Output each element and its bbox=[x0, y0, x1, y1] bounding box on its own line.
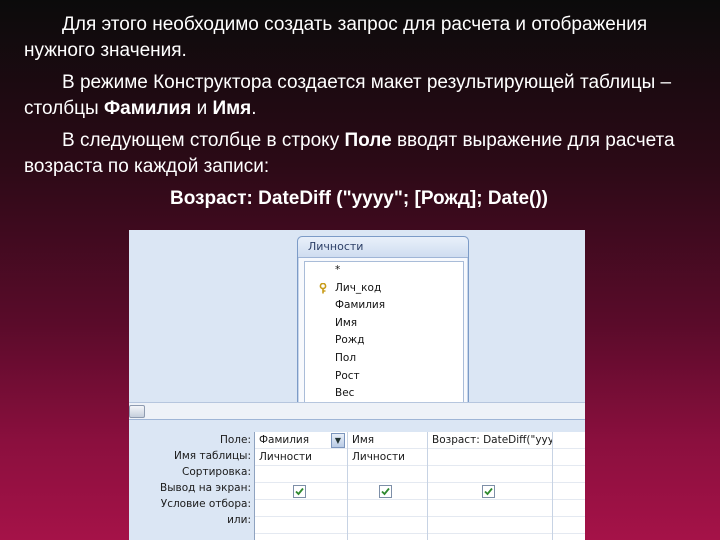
field-label: Лич_код bbox=[335, 281, 382, 294]
scrollbar-thumb[interactable] bbox=[129, 405, 145, 418]
table-title[interactable]: Личности bbox=[298, 237, 468, 258]
show-checkbox[interactable] bbox=[293, 485, 306, 498]
field-item[interactable]: Вес bbox=[305, 385, 463, 403]
grid-cell[interactable] bbox=[553, 500, 585, 517]
slide-text: Для этого необходимо создать запрос для … bbox=[24, 12, 694, 212]
grid-cell[interactable] bbox=[553, 466, 585, 483]
checkmark-icon bbox=[484, 487, 493, 496]
checkmark-icon bbox=[381, 487, 390, 496]
grid-cell[interactable] bbox=[553, 449, 585, 466]
field-item[interactable]: Рожд bbox=[305, 332, 463, 350]
grid-cell[interactable] bbox=[348, 466, 427, 483]
field-label: Имя bbox=[335, 316, 358, 329]
grid-cell-text: Личности bbox=[259, 451, 312, 463]
grid-cell[interactable] bbox=[553, 517, 585, 534]
surname-term: Фамилия bbox=[103, 98, 192, 119]
field-item[interactable]: * bbox=[305, 262, 463, 280]
field-term: Поле bbox=[344, 130, 392, 151]
grid-cell[interactable] bbox=[428, 466, 552, 483]
show-checkbox[interactable] bbox=[482, 485, 495, 498]
field-label: Вес bbox=[335, 387, 355, 400]
grid-cell[interactable] bbox=[255, 517, 347, 534]
grid-cell[interactable]: Имя bbox=[348, 432, 427, 449]
intro-text: Для этого необходимо создать запрос для … bbox=[24, 14, 648, 61]
field-list: * Лич_код Фамилия Имя Рожд Пол Рост Вес bbox=[304, 261, 464, 411]
field-text-start: В следующем столбце в строку bbox=[62, 130, 345, 151]
grid-column: Имя Личности bbox=[348, 432, 428, 540]
grid-cell[interactable] bbox=[255, 483, 347, 500]
paragraph-constructor: В режиме Конструктора создается макет ре… bbox=[24, 70, 694, 122]
grid-cell[interactable] bbox=[553, 483, 585, 500]
grid-cell[interactable] bbox=[428, 483, 552, 500]
name-term: Имя bbox=[212, 98, 252, 119]
field-item[interactable]: Фамилия bbox=[305, 297, 463, 315]
grid-column: Возраст: DateDiff("yyyy bbox=[428, 432, 553, 540]
grid-cell-text: Возраст: DateDiff("yyyy bbox=[432, 434, 552, 446]
field-label: * bbox=[335, 264, 341, 276]
field-label: Пол bbox=[335, 351, 357, 364]
grid-cell[interactable] bbox=[348, 500, 427, 517]
grid-cell[interactable] bbox=[428, 517, 552, 534]
design-grid-pane: Поле: Имя таблицы: Сортировка: Вывод на экр… bbox=[129, 419, 585, 540]
field-item[interactable]: Рост bbox=[305, 368, 463, 386]
checkmark-icon bbox=[295, 487, 304, 496]
query-designer-screenshot: Личности * Лич_код Фамилия Имя Рожд Пол Рост Ве… bbox=[129, 230, 585, 540]
grid-cell[interactable] bbox=[348, 483, 427, 500]
grid-row-label: Поле: bbox=[219, 434, 251, 446]
grid-cell[interactable]: Возраст: DateDiff("yyyy bbox=[428, 432, 552, 449]
grid-cell[interactable] bbox=[553, 432, 585, 449]
grid-cell[interactable] bbox=[255, 500, 347, 517]
grid-row-label: Имя таблицы: bbox=[174, 450, 251, 462]
grid-cell[interactable] bbox=[428, 500, 552, 517]
grid-row-label: или: bbox=[227, 514, 251, 526]
table-pane: Личности * Лич_код Фамилия Имя Рожд Пол Рост Ве… bbox=[129, 230, 585, 412]
field-label: Рожд bbox=[335, 334, 365, 347]
grid-cell-text: Имя bbox=[352, 434, 375, 446]
primary-key-icon bbox=[319, 282, 327, 294]
paragraph-field: В следующем столбце в строку Поле вводят… bbox=[24, 128, 694, 180]
field-label: Рост bbox=[335, 369, 360, 382]
grid-cell[interactable]: Фамилия ▼ bbox=[255, 432, 347, 449]
row-labels: Поле: Имя таблицы: Сортировка: Вывод на экр… bbox=[129, 432, 251, 528]
grid-cell-text: Личности bbox=[352, 451, 405, 463]
grid-row-label: Условие отбора: bbox=[160, 498, 251, 510]
horizontal-scrollbar[interactable] bbox=[129, 402, 585, 419]
grid-column bbox=[553, 432, 585, 540]
table-box-persons[interactable]: Личности * Лич_код Фамилия Имя Рожд Пол Рост Ве… bbox=[297, 236, 469, 412]
field-label: Фамилия bbox=[335, 299, 386, 312]
grid-row-label: Сортировка: bbox=[182, 466, 251, 478]
conjunction-text: и bbox=[191, 98, 213, 119]
grid-cell[interactable] bbox=[255, 466, 347, 483]
grid-column: Фамилия ▼ Личности bbox=[255, 432, 348, 540]
show-checkbox[interactable] bbox=[379, 485, 392, 498]
grid-cell[interactable] bbox=[348, 517, 427, 534]
grid-cell[interactable]: Личности bbox=[348, 449, 427, 466]
period-text: . bbox=[251, 98, 257, 119]
dropdown-arrow-icon[interactable]: ▼ bbox=[331, 433, 345, 448]
field-item[interactable]: Пол bbox=[305, 350, 463, 368]
paragraph-intro: Для этого необходимо создать запрос для … bbox=[24, 12, 694, 64]
grid-cell[interactable]: Личности bbox=[255, 449, 347, 466]
design-grid: Фамилия ▼ Личности Имя Личности Возраст: Date… bbox=[254, 432, 585, 540]
field-item[interactable]: Лич_код bbox=[305, 280, 463, 298]
formula: Возраст: DateDiff ("yyyy"; [Рожд]; Date(… bbox=[169, 188, 548, 209]
grid-cell[interactable] bbox=[428, 449, 552, 466]
field-item[interactable]: Имя bbox=[305, 315, 463, 333]
grid-cell-text: Фамилия bbox=[259, 434, 310, 446]
grid-row-label: Вывод на экран: bbox=[160, 482, 251, 494]
